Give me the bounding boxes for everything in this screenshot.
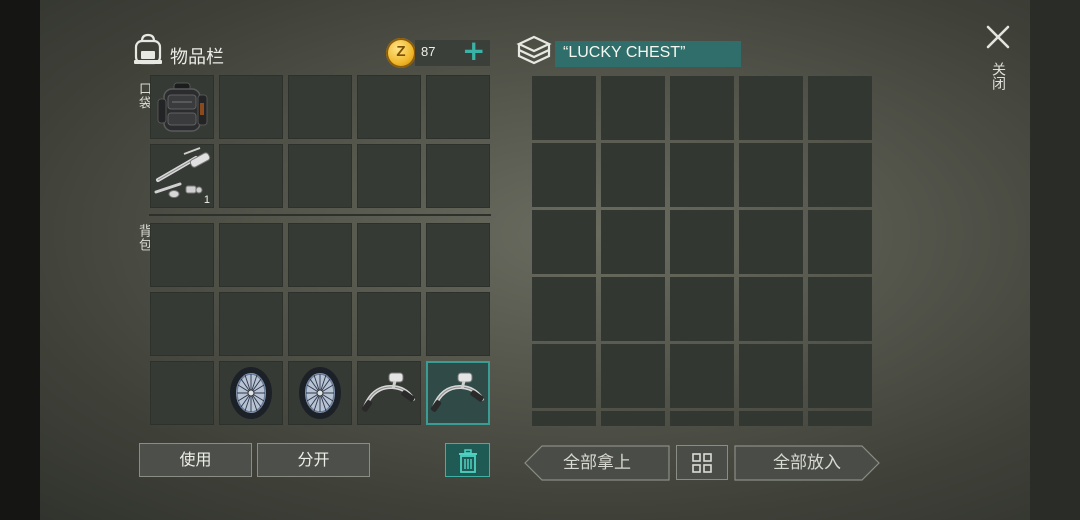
item-quantity: 1 <box>203 194 210 206</box>
inventory-slot[interactable] <box>357 361 421 425</box>
chest-header-icon <box>516 35 552 65</box>
inventory-slot[interactable] <box>288 75 352 139</box>
chest-slot[interactable] <box>808 76 872 140</box>
sort-button[interactable] <box>676 445 728 480</box>
take-all-label: 全部拿上 <box>563 453 631 473</box>
bicycle-wheel-icon <box>230 367 272 419</box>
chest-slot[interactable] <box>532 277 596 341</box>
chest-slot[interactable] <box>739 411 803 426</box>
inventory-title: 物品栏 <box>170 47 224 68</box>
chest-slot[interactable] <box>670 76 734 140</box>
chest-slot[interactable] <box>601 76 665 140</box>
inventory-slot[interactable] <box>219 144 283 208</box>
bicycle-wheel-icon <box>299 367 341 419</box>
inventory-slot[interactable] <box>357 223 421 287</box>
backpack-header-icon <box>134 33 162 65</box>
chest-slot[interactable] <box>739 277 803 341</box>
chest-name: “LUCKY CHEST” <box>563 44 686 61</box>
inventory-slot[interactable] <box>219 223 283 287</box>
inventory-slot[interactable] <box>150 292 214 356</box>
inventory-slot[interactable] <box>426 144 490 208</box>
inventory-slot[interactable] <box>288 292 352 356</box>
chest-slot[interactable] <box>739 344 803 408</box>
put-all-label: 全部放入 <box>773 453 841 473</box>
chest-slot[interactable] <box>739 210 803 274</box>
inventory-slot[interactable] <box>357 75 421 139</box>
inventory-slot[interactable] <box>288 223 352 287</box>
bicycle-handlebar-icon <box>361 372 415 412</box>
chest-slot[interactable] <box>670 277 734 341</box>
inventory-slot[interactable] <box>219 292 283 356</box>
chest-slot[interactable] <box>532 210 596 274</box>
chest-slot[interactable] <box>601 344 665 408</box>
inventory-slot[interactable] <box>288 144 352 208</box>
close-label[interactable]: 关闭 <box>988 62 1008 90</box>
coin-icon: Z <box>386 38 416 68</box>
inventory-slot-selected[interactable] <box>426 361 490 425</box>
inventory-slot[interactable]: 1 <box>150 144 214 208</box>
trash-icon <box>459 449 477 473</box>
right-edge <box>1030 0 1080 520</box>
chest-slot[interactable] <box>601 411 665 426</box>
sort-grid-icon <box>692 453 712 473</box>
chest-slot[interactable] <box>739 76 803 140</box>
inventory-slot[interactable] <box>150 75 214 139</box>
split-button[interactable]: 分开 <box>257 443 370 477</box>
left-edge <box>0 0 40 520</box>
chest-slot[interactable] <box>670 344 734 408</box>
chest-slot[interactable] <box>670 210 734 274</box>
add-coins-button[interactable]: + <box>462 36 485 66</box>
backpack-item-icon <box>157 82 208 132</box>
inventory-slot[interactable] <box>357 144 421 208</box>
inventory-slot[interactable] <box>150 361 214 425</box>
section-divider <box>149 214 491 216</box>
chest-slot[interactable] <box>601 210 665 274</box>
inventory-slot[interactable] <box>219 75 283 139</box>
chest-slot[interactable] <box>532 344 596 408</box>
inventory-slot[interactable] <box>426 223 490 287</box>
chest-slot[interactable] <box>808 210 872 274</box>
inventory-slot[interactable] <box>426 75 490 139</box>
chest-slot[interactable] <box>808 143 872 207</box>
chest-slot[interactable] <box>670 411 734 426</box>
put-all-button[interactable]: 全部放入 <box>734 445 880 481</box>
chest-slot[interactable] <box>808 344 872 408</box>
chest-slot[interactable] <box>670 143 734 207</box>
use-button[interactable]: 使用 <box>139 443 252 477</box>
inventory-slot[interactable] <box>288 361 352 425</box>
chest-grid[interactable] <box>530 74 872 426</box>
chest-slot[interactable] <box>739 143 803 207</box>
inventory-slot[interactable] <box>426 292 490 356</box>
inventory-slot[interactable] <box>219 361 283 425</box>
bicycle-handlebar-icon <box>430 372 484 412</box>
chest-slot[interactable] <box>532 143 596 207</box>
trash-button[interactable] <box>445 443 490 477</box>
coins-value: 87 <box>421 44 436 59</box>
chest-slot[interactable] <box>808 411 872 426</box>
chest-slot[interactable] <box>601 277 665 341</box>
inventory-slot[interactable] <box>150 223 214 287</box>
inventory-slot[interactable] <box>357 292 421 356</box>
chest-slot[interactable] <box>532 411 596 426</box>
chest-slot[interactable] <box>808 277 872 341</box>
take-all-button[interactable]: 全部拿上 <box>524 445 670 481</box>
chest-slot[interactable] <box>532 76 596 140</box>
chest-slot[interactable] <box>601 143 665 207</box>
close-icon[interactable] <box>985 24 1011 50</box>
